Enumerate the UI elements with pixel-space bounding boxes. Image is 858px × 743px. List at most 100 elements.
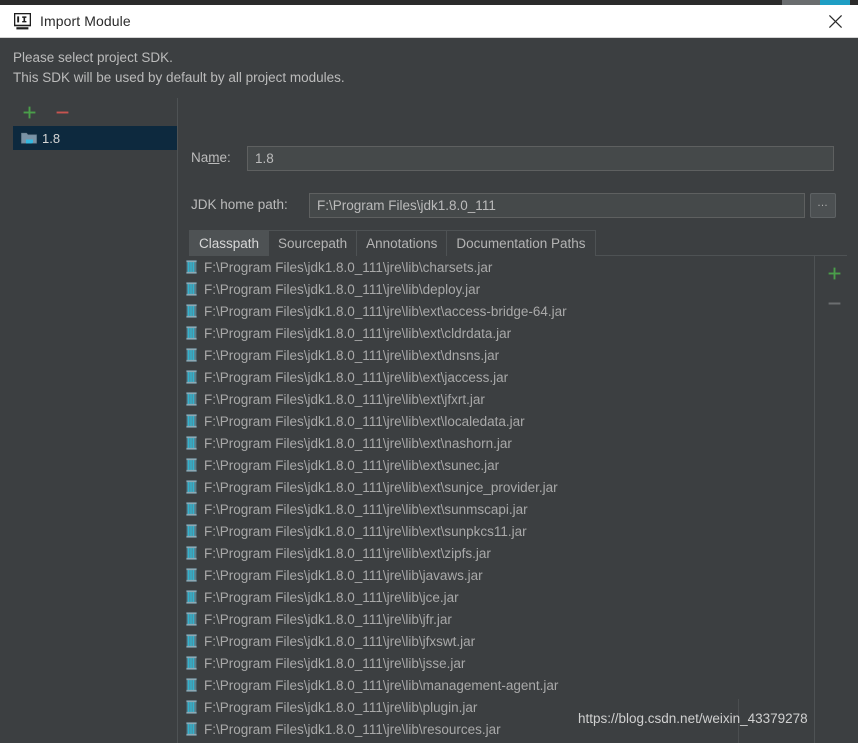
classpath-item[interactable]: F:\Program Files\jdk1.8.0_111\jre\lib\de… <box>179 278 807 300</box>
classpath-item[interactable]: F:\Program Files\jdk1.8.0_111\jre\lib\ex… <box>179 322 807 344</box>
classpath-item-label: F:\Program Files\jdk1.8.0_111\jre\lib\ex… <box>204 523 527 539</box>
sdk-list-item-label: 1.8 <box>42 130 61 146</box>
sdk-list[interactable]: 1.8 <box>13 126 177 150</box>
remove-classpath-button[interactable] <box>822 291 846 315</box>
tab-label: Sourcepath <box>278 236 348 251</box>
classpath-item[interactable]: F:\Program Files\jdk1.8.0_111\jre\lib\ex… <box>179 454 807 476</box>
classpath-item-label: F:\Program Files\jdk1.8.0_111\jre\lib\ex… <box>204 347 500 363</box>
tab-sourcepath[interactable]: Sourcepath <box>268 230 358 256</box>
tab-label: Annotations <box>366 236 438 251</box>
classpath-item[interactable]: F:\Program Files\jdk1.8.0_111\jre\lib\ex… <box>179 498 807 520</box>
sdk-detail-panel: Name: JDK home path: … Classpath Sourcepa… <box>178 98 858 743</box>
browse-button[interactable]: … <box>810 193 836 218</box>
jdk-home-path-label: JDK home path: <box>191 197 288 212</box>
classpath-item-label: F:\Program Files\jdk1.8.0_111\jre\lib\de… <box>204 281 481 297</box>
prompt-message: Please select project SDK. This SDK will… <box>13 48 345 88</box>
classpath-item-label: F:\Program Files\jdk1.8.0_111\jre\lib\ex… <box>204 435 512 451</box>
jar-file-icon <box>186 282 197 296</box>
tab-documentation-paths[interactable]: Documentation Paths <box>446 230 596 256</box>
add-classpath-button[interactable] <box>822 261 846 285</box>
classpath-item[interactable]: F:\Program Files\jdk1.8.0_111\jre\lib\ma… <box>179 674 807 696</box>
name-label: Name: <box>191 150 231 165</box>
classpath-item-label: F:\Program Files\jdk1.8.0_111\jre\lib\ex… <box>204 369 509 385</box>
classpath-item-label: F:\Program Files\jdk1.8.0_111\jre\lib\ex… <box>204 501 528 517</box>
classpath-item[interactable]: F:\Program Files\jdk1.8.0_111\jre\lib\jf… <box>179 630 807 652</box>
jar-file-icon <box>186 414 197 428</box>
tab-annotations[interactable]: Annotations <box>356 230 448 256</box>
jar-file-icon <box>186 590 197 604</box>
jar-file-icon <box>186 480 197 494</box>
add-sdk-button[interactable] <box>18 101 40 123</box>
classpath-item[interactable]: F:\Program Files\jdk1.8.0_111\jre\lib\ex… <box>179 388 807 410</box>
classpath-item[interactable]: F:\Program Files\jdk1.8.0_111\jre\lib\ex… <box>179 476 807 498</box>
minus-icon <box>828 302 840 304</box>
classpath-item[interactable]: F:\Program Files\jdk1.8.0_111\jre\lib\ex… <box>179 542 807 564</box>
classpath-item-label: F:\Program Files\jdk1.8.0_111\jre\lib\ma… <box>204 677 559 693</box>
jar-file-icon <box>186 612 197 626</box>
classpath-item[interactable]: F:\Program Files\jdk1.8.0_111\jre\lib\jf… <box>179 608 807 630</box>
intellij-idea-icon <box>13 12 32 30</box>
jar-file-icon <box>186 634 197 648</box>
jar-file-icon <box>186 678 197 692</box>
prompt-line-1: Please select project SDK. <box>13 50 173 65</box>
sdk-list-panel: 1.8 <box>0 98 177 743</box>
tab-classpath[interactable]: Classpath <box>189 230 270 256</box>
jdk-home-path-row: JDK home path: … <box>178 193 858 218</box>
jar-file-icon <box>186 524 197 538</box>
classpath-item-label: F:\Program Files\jdk1.8.0_111\jre\lib\js… <box>204 655 466 671</box>
jar-file-icon <box>186 656 197 670</box>
classpath-item[interactable]: F:\Program Files\jdk1.8.0_111\jre\lib\ex… <box>179 410 807 432</box>
classpath-side-divider <box>814 256 815 743</box>
classpath-item[interactable]: F:\Program Files\jdk1.8.0_111\jre\lib\ex… <box>179 520 807 542</box>
classpath-item-label: F:\Program Files\jdk1.8.0_111\jre\lib\ex… <box>204 545 491 561</box>
close-button[interactable] <box>812 5 858 37</box>
name-input[interactable] <box>247 146 834 171</box>
jar-file-icon <box>186 546 197 560</box>
classpath-item[interactable]: F:\Program Files\jdk1.8.0_111\jre\lib\ex… <box>179 366 807 388</box>
ellipsis-icon: … <box>817 197 829 209</box>
classpath-item[interactable]: F:\Program Files\jdk1.8.0_111\jre\lib\js… <box>179 652 807 674</box>
sdk-tabs[interactable]: Classpath Sourcepath Annotations Documentat… <box>189 230 847 256</box>
classpath-item[interactable]: F:\Program Files\jdk1.8.0_111\jre\lib\ex… <box>179 432 807 454</box>
classpath-item[interactable]: F:\Program Files\jdk1.8.0_111\jre\lib\jc… <box>179 586 807 608</box>
jar-file-icon <box>186 392 197 406</box>
jar-file-icon <box>186 656 197 670</box>
jar-file-icon <box>186 700 197 714</box>
jar-file-icon <box>186 502 197 516</box>
sdk-toolbar <box>18 101 158 125</box>
classpath-item-label: F:\Program Files\jdk1.8.0_111\jre\lib\ch… <box>204 259 493 275</box>
jar-file-icon <box>186 502 197 516</box>
classpath-area: F:\Program Files\jdk1.8.0_111\jre\lib\ch… <box>178 256 858 743</box>
classpath-item-label: F:\Program Files\jdk1.8.0_111\jre\lib\ex… <box>204 303 567 319</box>
jar-file-icon <box>186 612 197 626</box>
classpath-item-label: F:\Program Files\jdk1.8.0_111\jre\lib\jc… <box>204 589 459 605</box>
classpath-item-label: F:\Program Files\jdk1.8.0_111\jre\lib\ex… <box>204 413 525 429</box>
jar-file-icon <box>186 260 197 274</box>
classpath-item[interactable]: F:\Program Files\jdk1.8.0_111\jre\lib\ja… <box>179 564 807 586</box>
classpath-item[interactable]: F:\Program Files\jdk1.8.0_111\jre\lib\ch… <box>179 256 807 278</box>
sdk-list-item[interactable]: 1.8 <box>13 126 177 150</box>
jar-file-icon <box>186 436 197 450</box>
classpath-item-label: F:\Program Files\jdk1.8.0_111\jre\lib\ja… <box>204 567 483 583</box>
classpath-item[interactable]: F:\Program Files\jdk1.8.0_111\jre\lib\ex… <box>179 344 807 366</box>
jar-file-icon <box>186 260 197 274</box>
classpath-list[interactable]: F:\Program Files\jdk1.8.0_111\jre\lib\ch… <box>179 256 807 743</box>
jar-file-icon <box>186 722 197 736</box>
jar-file-icon <box>186 370 197 384</box>
jar-file-icon <box>186 282 197 296</box>
jar-file-icon <box>186 700 197 714</box>
name-label-part1: Na <box>191 150 209 165</box>
remove-sdk-button[interactable] <box>51 101 73 123</box>
watermark-text: https://blog.csdn.net/weixin_43379278 <box>578 711 808 726</box>
minus-icon <box>56 111 68 113</box>
jar-file-icon <box>186 722 197 736</box>
dialog-body: Please select project SDK. This SDK will… <box>0 38 858 743</box>
classpath-item[interactable]: F:\Program Files\jdk1.8.0_111\jre\lib\ex… <box>179 300 807 322</box>
jdk-home-path-input[interactable] <box>309 193 805 218</box>
jar-file-icon <box>186 480 197 494</box>
name-label-mnemonic: m <box>208 150 220 165</box>
classpath-item-label: F:\Program Files\jdk1.8.0_111\jre\lib\re… <box>204 721 501 737</box>
jar-file-icon <box>186 436 197 450</box>
jdk-folder-icon <box>21 132 37 144</box>
classpath-item-label: F:\Program Files\jdk1.8.0_111\jre\lib\ex… <box>204 479 558 495</box>
